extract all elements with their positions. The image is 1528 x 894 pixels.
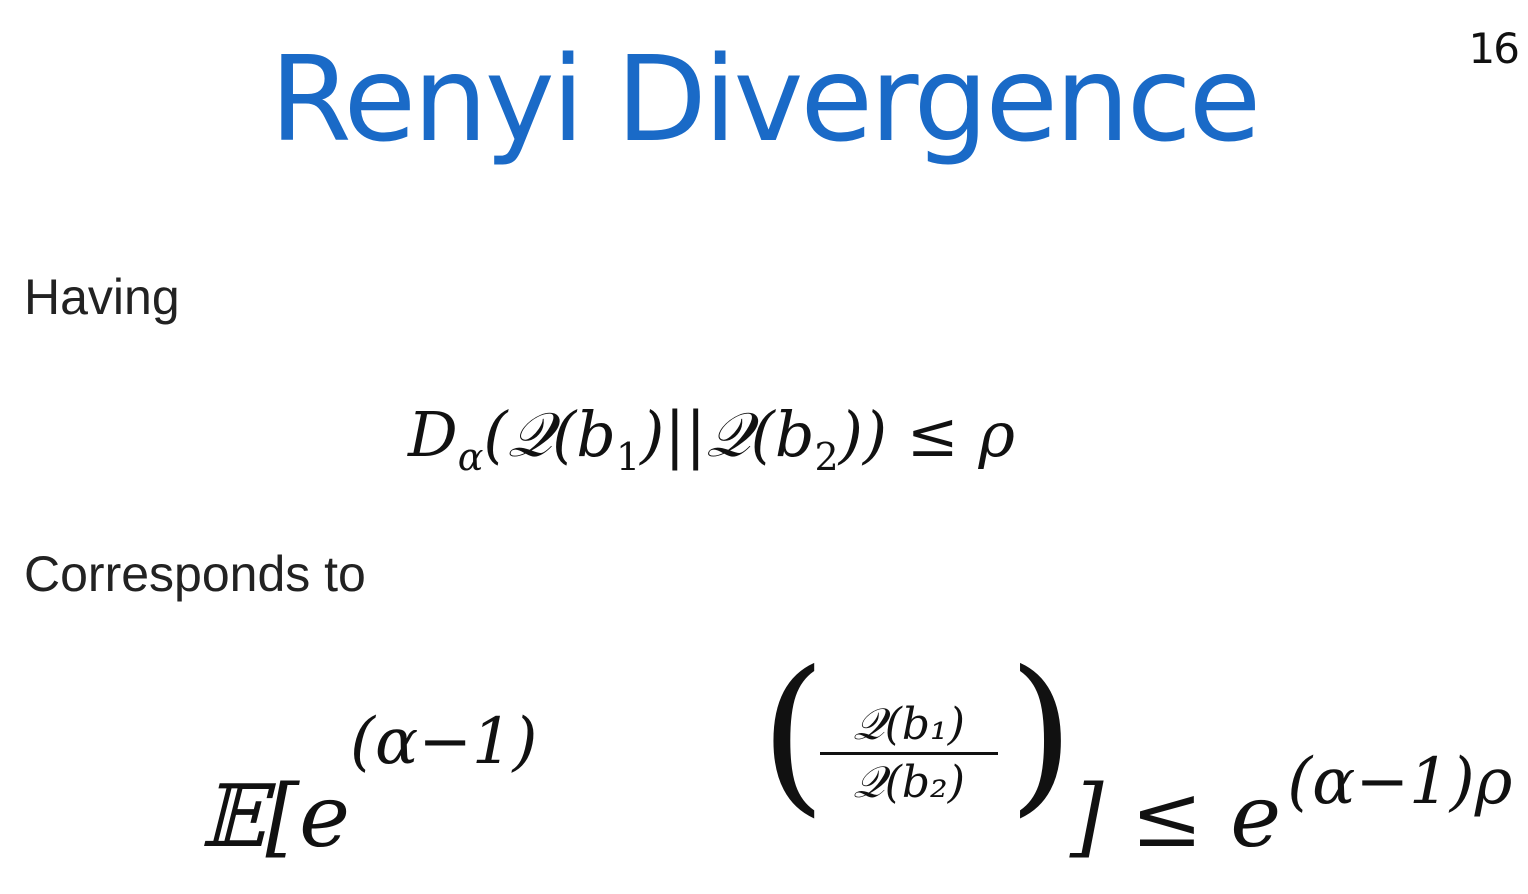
text-having: Having: [24, 269, 180, 325]
eq1-D: D: [408, 398, 458, 471]
eq2-close: ] ≤ e: [1070, 767, 1282, 867]
eq2-paren-close: ): [1008, 635, 1075, 833]
eq1-rest: (𝒬(b: [483, 398, 616, 471]
equation-renyi-bound: Dα(𝒬(b1)||𝒬(b2)) ≤ ρ: [408, 398, 1015, 479]
eq1-end: )) ≤ ρ: [838, 398, 1015, 471]
eq1-alpha: α: [457, 435, 484, 479]
eq1-sub1: 1: [615, 435, 641, 479]
eq2-frac-bar: [820, 752, 998, 755]
text-corresponds-to: Corresponds to: [24, 546, 366, 602]
eq2-fraction: 𝒬(b₁) 𝒬(b₂): [820, 699, 998, 808]
eq2-expectation: 𝔼[e: [200, 767, 350, 867]
eq2-exp-left: (α−1): [350, 705, 538, 779]
eq1-sub2: 2: [814, 435, 839, 479]
eq2-exp-right: (α−1)ρ: [1287, 745, 1513, 819]
eq2-paren-open: (: [760, 635, 827, 833]
eq2-frac-den: 𝒬(b₂): [853, 757, 965, 808]
equation-expectation-bound: 𝔼[e (α−1) ( 𝒬(b₁) 𝒬(b₂) ) ] ≤ e (α−1)ρ: [200, 635, 1512, 894]
eq2-frac-num: 𝒬(b₁): [853, 699, 965, 750]
eq1-mid: )||𝒬(b: [640, 398, 815, 471]
slide-title: Renyi Divergence: [269, 30, 1261, 168]
